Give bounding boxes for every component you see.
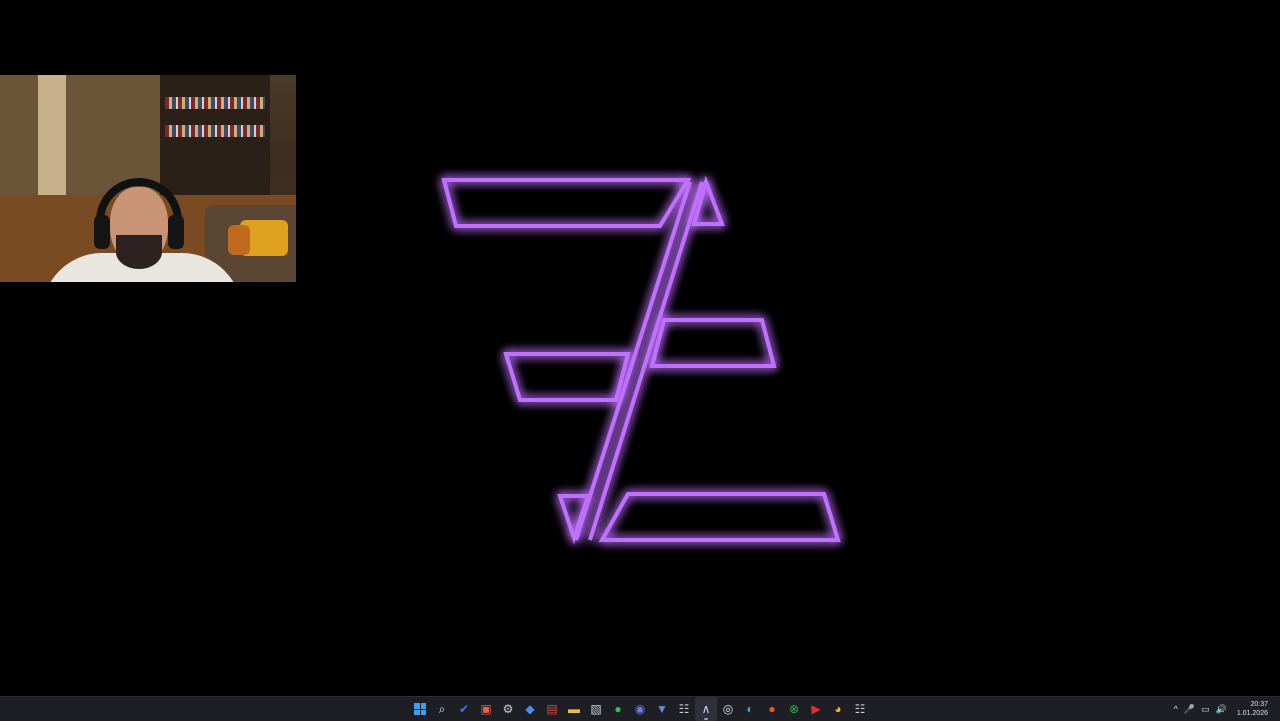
app-active-logo[interactable]: ∧	[695, 697, 717, 721]
logo-diagonal-1	[574, 181, 692, 541]
purple-neon-logo	[441, 175, 841, 545]
xbox-icon: ⊗	[788, 702, 800, 716]
edge-app[interactable]: ◐	[739, 697, 761, 721]
gift-icon: ▧	[590, 702, 602, 716]
clock-date: 1.01.2026	[1236, 710, 1268, 717]
grid-icon: ☷	[678, 702, 690, 716]
circle-icon: ●	[768, 702, 776, 716]
network-icon[interactable]: ▭	[1201, 704, 1210, 715]
system-tray: ^ 🎤 ▭ 🔊 20:37 1.01.2026	[1174, 697, 1280, 721]
app-orange-circle[interactable]: ●	[761, 697, 783, 721]
app-grid[interactable]: ☷	[673, 697, 695, 721]
search-button[interactable]: ⌕	[431, 697, 453, 721]
windows-icon	[414, 703, 426, 715]
diamond-icon: ◆	[525, 702, 535, 716]
grid-icon: ☷	[854, 702, 866, 716]
app-grid-2[interactable]: ☷	[849, 697, 871, 721]
file-explorer[interactable]: ▬	[563, 697, 585, 721]
clock-time: 20:37	[1250, 701, 1268, 708]
obs-app[interactable]: ◎	[717, 697, 739, 721]
photos-icon: ▣	[480, 702, 492, 716]
photos-app[interactable]: ▣	[475, 697, 497, 721]
whatsapp-app[interactable]: ●	[607, 697, 629, 721]
chevron-up-icon[interactable]: ^	[1174, 704, 1178, 714]
search-icon: ⌕	[438, 701, 446, 716]
clock[interactable]: 20:37 1.01.2026	[1237, 700, 1268, 718]
logo-middle-right-bar	[649, 318, 777, 368]
gear-icon: ⚙	[502, 702, 514, 716]
calendar-icon: ▤	[546, 702, 558, 716]
logo-middle-left-bar	[503, 352, 631, 402]
desktop	[0, 0, 1280, 696]
settings-app[interactable]: ⚙	[497, 697, 519, 721]
youtube-icon: ▶	[811, 702, 821, 716]
webcam-overlay	[0, 75, 296, 282]
microphone-icon[interactable]: 🎤	[1184, 704, 1195, 715]
taskbar-pinned-apps: ⌕ ✔ ▣ ⚙ ◆ ▤ ▬ ▧ ● ◉ ▼ ☷ ∧ ◎ ◐ ● ⊗ ▶ ◕ ☷	[409, 697, 871, 721]
logo-bottom-bar	[598, 492, 841, 542]
discord-app[interactable]: ◉	[629, 697, 651, 721]
xbox-app[interactable]: ⊗	[783, 697, 805, 721]
logo-top-bar	[441, 178, 692, 228]
folder-icon: ▬	[568, 702, 580, 716]
record-icon: ◎	[722, 702, 734, 716]
todo-app[interactable]: ✔	[453, 697, 475, 721]
logo-diagonal-2	[588, 181, 704, 541]
volume-icon[interactable]: 🔊	[1216, 704, 1227, 715]
browser-icon: ◐	[746, 702, 754, 716]
chrome-app[interactable]: ◕	[827, 697, 849, 721]
discord-icon: ◉	[634, 702, 646, 716]
checkmark-icon: ✔	[458, 702, 470, 716]
app-red[interactable]: ▶	[805, 697, 827, 721]
calendar-app[interactable]: ▤	[541, 697, 563, 721]
app-gift[interactable]: ▧	[585, 697, 607, 721]
logo-icon: ∧	[701, 702, 711, 716]
chrome-icon: ◕	[834, 702, 842, 716]
shield-icon: ▼	[656, 702, 668, 716]
whatsapp-icon: ●	[614, 702, 622, 716]
taskbar: ⌕ ✔ ▣ ⚙ ◆ ▤ ▬ ▧ ● ◉ ▼ ☷ ∧ ◎ ◐ ● ⊗ ▶ ◕ ☷ ^ 🎤 ▭ 🔊 20:37 1.01.…	[0, 696, 1280, 721]
app-blue-diamond[interactable]: ◆	[519, 697, 541, 721]
app-shield[interactable]: ▼	[651, 697, 673, 721]
start-button[interactable]	[409, 697, 431, 721]
